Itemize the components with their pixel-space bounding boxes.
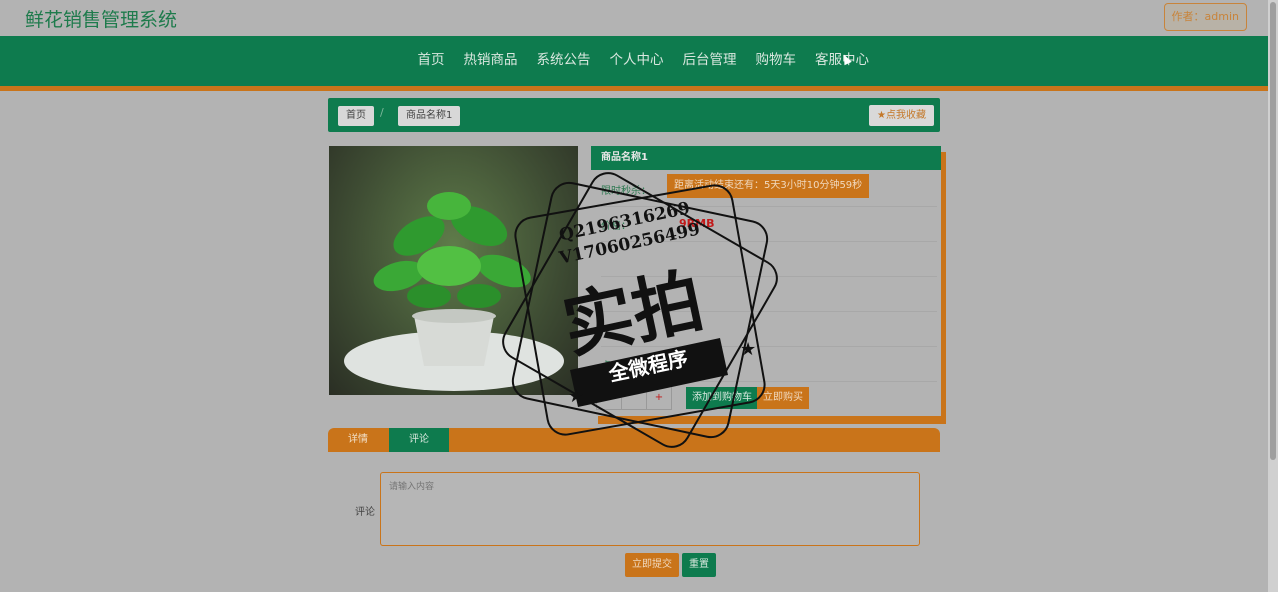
info-row — [601, 242, 937, 277]
price-row: 价格： 9RMB — [601, 207, 937, 242]
nav-item-admin[interactable]: 后台管理 — [673, 51, 746, 69]
nav-item-profile[interactable]: 个人中心 — [600, 51, 673, 69]
increment-button[interactable]: + — [647, 387, 671, 409]
breadcrumb-home[interactable]: 首页 — [338, 106, 374, 126]
decrement-button[interactable]: - — [597, 387, 622, 409]
scrollbar[interactable] — [1268, 0, 1278, 592]
product-image — [329, 146, 578, 395]
flash-sale-row: 限时秒杀： 距离活动结束还有：5天3小时10分钟59秒 — [601, 172, 937, 207]
comment-label: 评论 — [355, 507, 375, 518]
price-label: 价格： — [601, 221, 631, 232]
quantity-stepper[interactable]: - + — [596, 386, 672, 410]
product-name: 商品名称1 — [591, 146, 941, 170]
countdown-timer: 距离活动结束还有：5天3小时10分钟59秒 — [667, 174, 870, 198]
main-nav: 首页 热销商品 系统公告 个人中心 后台管理 购物车 客服中心 — [0, 36, 1268, 91]
nav-item-cart[interactable]: 购物车 — [746, 51, 806, 69]
price-value: 9RMB — [679, 217, 715, 230]
add-to-cart-button[interactable]: 添加到购物车 — [686, 387, 758, 409]
tab-details[interactable]: 详情 — [328, 428, 388, 452]
buy-now-button[interactable]: 立即购买 — [757, 387, 809, 409]
quantity-input[interactable] — [622, 387, 647, 409]
breadcrumb-current[interactable]: 商品名称1 — [398, 106, 461, 126]
info-row — [601, 312, 937, 347]
comment-input[interactable] — [380, 472, 920, 546]
top-bar: 鲜花销售管理系统 作者：admin — [0, 0, 1268, 36]
detail-tabs: 详情 评论 — [328, 428, 940, 452]
reset-button[interactable]: 重置 — [682, 553, 716, 577]
breadcrumb: 首页 / 商品名称1 ★点我收藏 — [328, 98, 940, 132]
nav-item-announcements[interactable]: 系统公告 — [527, 51, 600, 69]
product-info-panel: 商品名称1 限时秒杀： 距离活动结束还有：5天3小时10分钟59秒 价格： 9R… — [591, 146, 941, 416]
tab-comments[interactable]: 评论 — [389, 428, 449, 452]
info-row — [601, 277, 937, 312]
clicks-label: 点击次数： — [601, 361, 651, 372]
clicks-row: 点击次数： — [601, 347, 937, 382]
scrollbar-thumb[interactable] — [1270, 2, 1276, 460]
site-title: 鲜花销售管理系统 — [25, 9, 178, 31]
flash-sale-label: 限时秒杀： — [601, 186, 651, 197]
nav-item-home[interactable]: 首页 — [408, 51, 454, 69]
nav-item-hot-products[interactable]: 热销商品 — [454, 51, 527, 69]
breadcrumb-separator: / — [380, 106, 384, 119]
submit-button[interactable]: 立即提交 — [625, 553, 679, 577]
favorite-button[interactable]: ★点我收藏 — [869, 105, 934, 126]
author-button[interactable]: 作者：admin — [1163, 3, 1247, 31]
